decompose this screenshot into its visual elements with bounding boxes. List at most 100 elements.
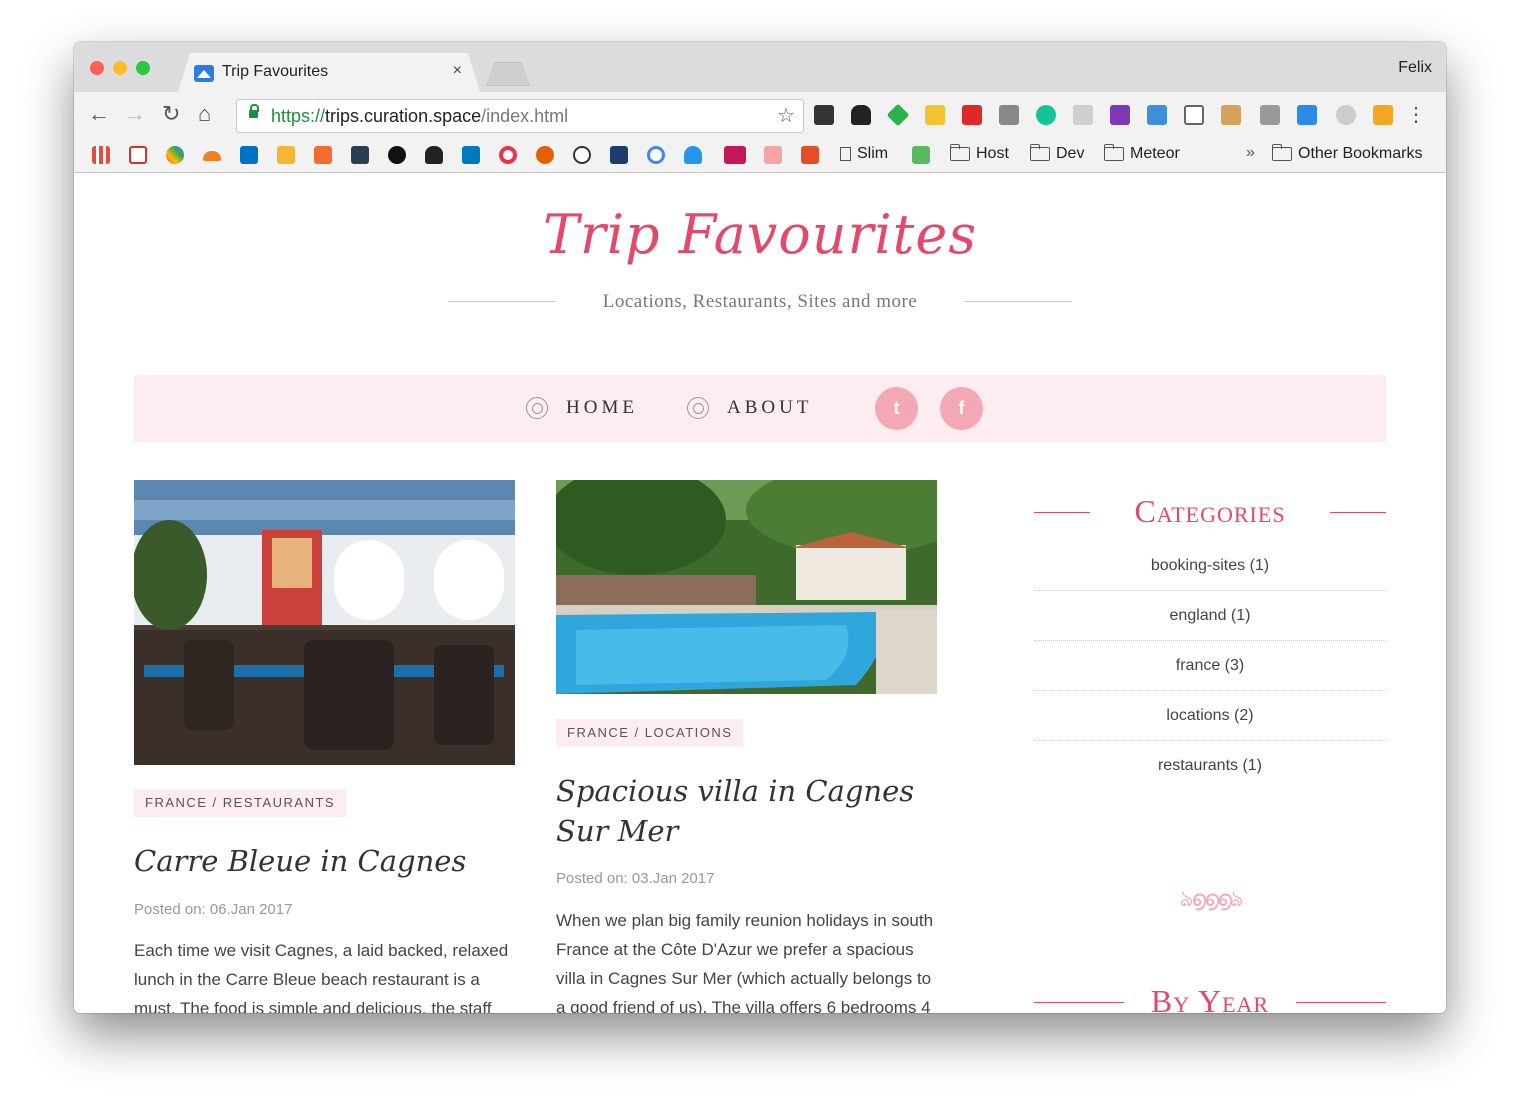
google-icon[interactable] xyxy=(647,146,665,164)
page-content: Trip Favourites Locations, Restaurants, … xyxy=(74,173,1446,1013)
more-bookmarks-chevron-icon[interactable]: » xyxy=(1246,144,1255,162)
sumo-icon[interactable] xyxy=(314,146,332,164)
reload-icon[interactable]: ↻ xyxy=(162,102,180,126)
gmail-icon[interactable] xyxy=(129,146,147,164)
post-title[interactable]: Carre Bleue in Cagnes xyxy=(134,841,515,881)
outlook-icon[interactable] xyxy=(240,146,258,164)
category-item[interactable]: locations (2) xyxy=(1034,691,1386,741)
screenshot-icon[interactable] xyxy=(1260,105,1280,125)
bookmark-folder-host[interactable]: Host xyxy=(950,144,1009,163)
forward-icon[interactable]: → xyxy=(124,102,146,126)
px-icon[interactable] xyxy=(912,146,930,164)
url-path: /index.html xyxy=(481,106,569,126)
nav-home[interactable]: HOME xyxy=(526,397,638,419)
bookmark-star-icon[interactable]: ☆ xyxy=(777,103,795,128)
post-date: Posted on: 03.Jan 2017 xyxy=(556,870,715,887)
speed-icon[interactable] xyxy=(573,146,591,164)
meteor-app-icon[interactable] xyxy=(801,146,819,164)
site-tagline: Locations, Restaurants, Sites and more xyxy=(602,291,918,312)
firefox-icon[interactable] xyxy=(536,146,554,164)
maximize-window-button[interactable] xyxy=(136,61,150,75)
onenote-icon[interactable] xyxy=(1110,105,1130,125)
arrows-icon[interactable] xyxy=(764,146,782,164)
trello-icon[interactable] xyxy=(462,146,480,164)
tab-close-icon[interactable]: × xyxy=(453,62,462,80)
download-icon[interactable] xyxy=(1297,105,1317,125)
active-tab[interactable]: Trip Favourites × xyxy=(178,53,480,92)
post-image-villa[interactable] xyxy=(556,480,937,694)
bookmark-slim-label: Slim xyxy=(857,145,889,162)
analytics-icon[interactable] xyxy=(1373,105,1393,125)
by-year-heading: By Year xyxy=(1034,983,1386,1013)
tagline-divider-right xyxy=(964,301,1072,302)
facebook-icon[interactable]: f xyxy=(940,387,983,430)
page-icon xyxy=(840,147,851,161)
bookmark-slim[interactable]: Slim xyxy=(840,145,888,163)
categories-heading: Categories xyxy=(1034,493,1386,533)
post-image-restaurant[interactable] xyxy=(134,480,515,765)
skype-icon[interactable] xyxy=(1336,105,1356,125)
category-list: booking-sites (1) england (1) france (3)… xyxy=(1034,541,1386,790)
grammarly-icon[interactable] xyxy=(1036,105,1056,125)
menu-icon[interactable]: ⋮ xyxy=(1406,102,1426,127)
nav-about[interactable]: ABOUT xyxy=(687,397,812,419)
bucket-icon[interactable] xyxy=(351,146,369,164)
evernote-icon[interactable] xyxy=(814,105,834,125)
post-title[interactable]: Spacious villa in Cagnes Sur Mer xyxy=(556,771,942,851)
minimize-window-button[interactable] xyxy=(113,61,127,75)
ghost-icon[interactable] xyxy=(425,146,443,164)
category-item[interactable]: booking-sites (1) xyxy=(1034,541,1386,591)
post-category-tag[interactable]: FRANCE / RESTAURANTS xyxy=(134,789,347,817)
back-icon[interactable]: ← xyxy=(88,102,110,126)
apps-icon[interactable] xyxy=(92,146,110,164)
bookmark-meteor-label: Meteor xyxy=(1130,145,1180,162)
category-item[interactable]: restaurants (1) xyxy=(1034,741,1386,790)
close-window-button[interactable] xyxy=(90,61,104,75)
docker-icon[interactable] xyxy=(684,146,702,164)
bookmarks-bar: Slim Host Dev Meteor » Other Bookmarks xyxy=(74,138,1446,173)
new-tab-button[interactable] xyxy=(486,62,530,86)
browser-window: Trip Favourites × Felix ← → ↻ ⌂ https://… xyxy=(74,42,1446,1013)
profile-name[interactable]: Felix xyxy=(1398,59,1432,77)
home-icon[interactable]: ⌂ xyxy=(198,102,211,126)
onetab-icon[interactable] xyxy=(1147,105,1167,125)
category-item[interactable]: france (3) xyxy=(1034,641,1386,691)
folder-icon xyxy=(950,144,970,161)
tab-strip: Trip Favourites × Felix xyxy=(74,42,1446,92)
cloudflare-icon[interactable] xyxy=(203,151,221,161)
post-category-tag[interactable]: FRANCE / LOCATIONS xyxy=(556,719,744,747)
drive-icon[interactable] xyxy=(1073,105,1093,125)
tagline-block: Locations, Restaurants, Sites and more xyxy=(448,291,1072,315)
tools-icon[interactable] xyxy=(610,146,628,164)
lastpass-icon[interactable] xyxy=(925,105,945,125)
target-icon[interactable] xyxy=(499,146,517,164)
box-icon[interactable] xyxy=(277,146,295,164)
feedly-icon[interactable] xyxy=(886,103,910,127)
post-excerpt: When we plan big family reunion holidays… xyxy=(556,911,934,1013)
site-favicon-icon xyxy=(194,65,214,82)
site-title[interactable]: Trip Favourites xyxy=(74,203,1446,266)
browser-toolbar: ← → ↻ ⌂ https://trips.curation.space/ind… xyxy=(74,92,1446,138)
bookmark-folder-other[interactable]: Other Bookmarks xyxy=(1272,144,1422,163)
nav-home-label: HOME xyxy=(566,397,638,418)
cast-icon[interactable] xyxy=(1184,105,1204,125)
flipboard-icon[interactable] xyxy=(962,105,982,125)
twitter-icon[interactable]: t xyxy=(875,387,918,430)
bookmark-folder-dev[interactable]: Dev xyxy=(1030,144,1084,163)
jb-icon[interactable] xyxy=(999,105,1019,125)
tab-title: Trip Favourites xyxy=(222,63,329,80)
github-icon[interactable] xyxy=(388,146,406,164)
yr-icon[interactable] xyxy=(724,146,746,164)
photos-icon[interactable] xyxy=(166,146,184,164)
ghostery-icon[interactable] xyxy=(851,105,871,125)
post-excerpt: Each time we visit Cagnes, a laid backed… xyxy=(134,941,509,1013)
url-text[interactable]: https://trips.curation.space/index.html xyxy=(271,106,568,127)
main-nav: HOME ABOUT t f xyxy=(134,375,1386,442)
lock-icon xyxy=(249,104,259,118)
bookmark-host-label: Host xyxy=(976,145,1009,162)
stylus-icon[interactable] xyxy=(1221,105,1241,125)
bookmark-folder-meteor[interactable]: Meteor xyxy=(1104,144,1180,163)
category-item[interactable]: england (1) xyxy=(1034,591,1386,641)
address-bar[interactable]: https://trips.curation.space/index.html … xyxy=(236,99,804,133)
url-host: trips.curation.space xyxy=(325,106,482,126)
